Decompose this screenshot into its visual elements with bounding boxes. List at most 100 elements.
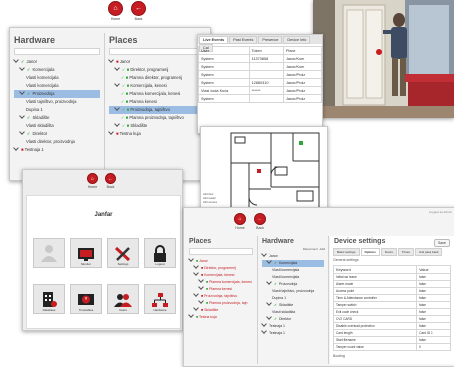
tile-database[interactable]: Database: [33, 284, 65, 314]
chevron-down-icon[interactable]: [188, 312, 194, 318]
chevron-down-icon[interactable]: [108, 57, 114, 63]
chevron-down-icon[interactable]: [114, 121, 120, 127]
places-tree-item[interactable]: ✓ ■ Skladište: [109, 121, 206, 130]
tile-logout[interactable]: Logout: [144, 238, 176, 268]
settings-tab[interactable]: Anti pass back: [414, 248, 443, 256]
places-tree-item[interactable]: ✓ ■ Direktor, programerij: [109, 65, 206, 74]
chevron-down-icon[interactable]: [19, 65, 25, 71]
table-cell[interactable]: 0: [416, 343, 451, 351]
chevron-down-icon[interactable]: [266, 314, 272, 320]
chevron-down-icon[interactable]: [198, 277, 204, 283]
hardware-tree-item[interactable]: Vlasti direktor, proizvodnja: [14, 138, 100, 146]
table-cell[interactable]: false: [416, 294, 451, 302]
settings-home-button[interactable]: ⌂ Home: [234, 213, 246, 230]
places-tree-item[interactable]: ✓ ■ Plamna direktor, programerij: [109, 74, 206, 82]
column-header[interactable]: Place: [282, 46, 322, 55]
tile-timetables[interactable]: Timetables: [70, 284, 102, 314]
events-tab[interactable]: Past Events: [229, 36, 258, 44]
table-cell[interactable]: false: [416, 301, 451, 309]
table-row[interactable]: CV2 CARD false: [332, 315, 451, 323]
tile-user[interactable]: [33, 238, 65, 268]
hardware-tree-item[interactable]: ■ Testnaja 1: [13, 145, 100, 154]
events-tab[interactable]: Presence: [258, 36, 283, 44]
table-row[interactable]: Alarm mode false: [332, 280, 451, 288]
places-tree-item[interactable]: ✓ ■ Plamna kenesi: [109, 98, 206, 106]
chevron-down-icon[interactable]: [261, 321, 267, 327]
events-tab[interactable]: Device Info: [283, 36, 311, 44]
table-row[interactable]: System 11373858 Janor/Kom: [198, 54, 322, 63]
tile-users[interactable]: Users: [107, 284, 139, 314]
chevron-down-icon[interactable]: [193, 263, 199, 269]
chevron-down-icon[interactable]: [108, 129, 114, 135]
hardware-tree-item[interactable]: Vlasti skladišta: [262, 309, 324, 316]
chevron-down-icon[interactable]: [266, 258, 272, 264]
settings-tab[interactable]: Doors: [380, 248, 397, 256]
places-tree-item[interactable]: ✓ ■ Komercijala, kenesi: [109, 81, 206, 90]
places-tree-item[interactable]: ✓ ■ Plamna komercijala, kenesi: [109, 90, 206, 98]
launcher-back-button[interactable]: ← Back: [105, 173, 116, 189]
chevron-down-icon[interactable]: [261, 251, 267, 257]
hardware-tree-item[interactable]: Vlasti komercijala: [262, 274, 324, 281]
chevron-down-icon[interactable]: [114, 65, 120, 71]
hardware-search-input[interactable]: [14, 48, 100, 55]
places-tree-item[interactable]: ■ Plamna proizvodnja, tajn: [189, 298, 253, 307]
table-cell[interactable]: false: [416, 308, 451, 316]
table-row[interactable]: Vlasi voda Kuća ****** Janor/Proiz: [198, 86, 322, 95]
column-header[interactable]: Keyword: [332, 265, 418, 274]
chevron-down-icon[interactable]: [114, 81, 120, 87]
back-button[interactable]: ← Back: [131, 1, 146, 21]
chevron-down-icon[interactable]: [13, 57, 19, 63]
legend-item[interactable]: Add camera: [203, 201, 217, 205]
chevron-down-icon[interactable]: [266, 279, 272, 285]
column-header[interactable]: Value: [416, 265, 451, 274]
hardware-tree-item[interactable]: Vlasti komercijala: [14, 74, 100, 82]
hardware-tree-item[interactable]: ✓ Komercijala: [262, 258, 324, 267]
chevron-down-icon[interactable]: [19, 113, 25, 119]
table-row[interactable]: Access point false: [332, 287, 451, 295]
places-tree-item[interactable]: ■ Plamna kenesi: [189, 284, 253, 293]
column-header[interactable]: Token: [248, 46, 284, 55]
places-search-input[interactable]: [109, 48, 206, 55]
table-cell[interactable]: false: [416, 322, 451, 330]
table-cell[interactable]: false: [416, 280, 451, 288]
settings-places-search[interactable]: [189, 248, 253, 255]
hardware-tree-item[interactable]: Testnaja 1: [261, 328, 324, 337]
settings-tab[interactable]: Basic settings: [333, 248, 360, 256]
table-cell[interactable]: false: [416, 336, 451, 344]
hardware-tree-item[interactable]: Vlasti komercijala: [14, 82, 100, 90]
chevron-down-icon[interactable]: [266, 300, 272, 306]
table-row[interactable]: System 12880310 Janor/Proiz: [198, 78, 322, 87]
tile-hardware[interactable]: Hardware: [144, 284, 176, 314]
hardware-tree-item[interactable]: ✓ Proizvodnja: [262, 279, 324, 288]
hardware-tree-item[interactable]: ✓ Komercijala: [14, 65, 100, 74]
settings-tab[interactable]: Options: [360, 248, 380, 256]
table-row[interactable]: Initial sw leave false: [332, 273, 451, 281]
places-tree-item[interactable]: ■ Janor: [108, 57, 206, 66]
hardware-tree-item[interactable]: Dupina 1: [262, 295, 324, 302]
chevron-down-icon[interactable]: [19, 89, 25, 95]
table-row[interactable]: Tamper switch false: [332, 301, 451, 309]
chevron-down-icon[interactable]: [19, 129, 25, 135]
places-tree-item[interactable]: ■ Testna kuja: [108, 129, 206, 138]
hardware-tree-item[interactable]: ✓ Proizvodnja: [14, 89, 100, 98]
hardware-tree-item[interactable]: Vlasti komercijala: [262, 267, 324, 274]
chevron-down-icon[interactable]: [188, 256, 194, 262]
table-row[interactable]: Exit code check false: [332, 308, 451, 316]
table-cell[interactable]: Card ID 1: [416, 329, 451, 337]
hardware-tree-item[interactable]: ✓ Janor: [13, 57, 100, 66]
table-row[interactable]: System Janor/Proiz: [198, 94, 322, 103]
table-row[interactable]: Time & Attendance controller false: [332, 294, 451, 302]
chevron-down-icon[interactable]: [114, 105, 120, 111]
home-button[interactable]: ⌂ Home: [108, 1, 123, 21]
chevron-down-icon[interactable]: [193, 305, 199, 311]
add-button[interactable]: Add: [320, 247, 325, 251]
hardware-tree-item[interactable]: Testnaja 1: [261, 321, 324, 330]
table-row[interactable]: Tamper count value 0: [332, 343, 451, 351]
hardware-tree-item[interactable]: ✓ Direktor: [262, 314, 324, 323]
hardware-tree-item[interactable]: ✓ Skladište: [14, 113, 100, 122]
table-cell[interactable]: false: [416, 287, 451, 295]
chevron-down-icon[interactable]: [193, 270, 199, 276]
tile-monitor[interactable]: Monitor: [70, 238, 102, 268]
hardware-tree-item[interactable]: Janor: [261, 251, 324, 260]
chevron-down-icon[interactable]: [193, 291, 199, 297]
